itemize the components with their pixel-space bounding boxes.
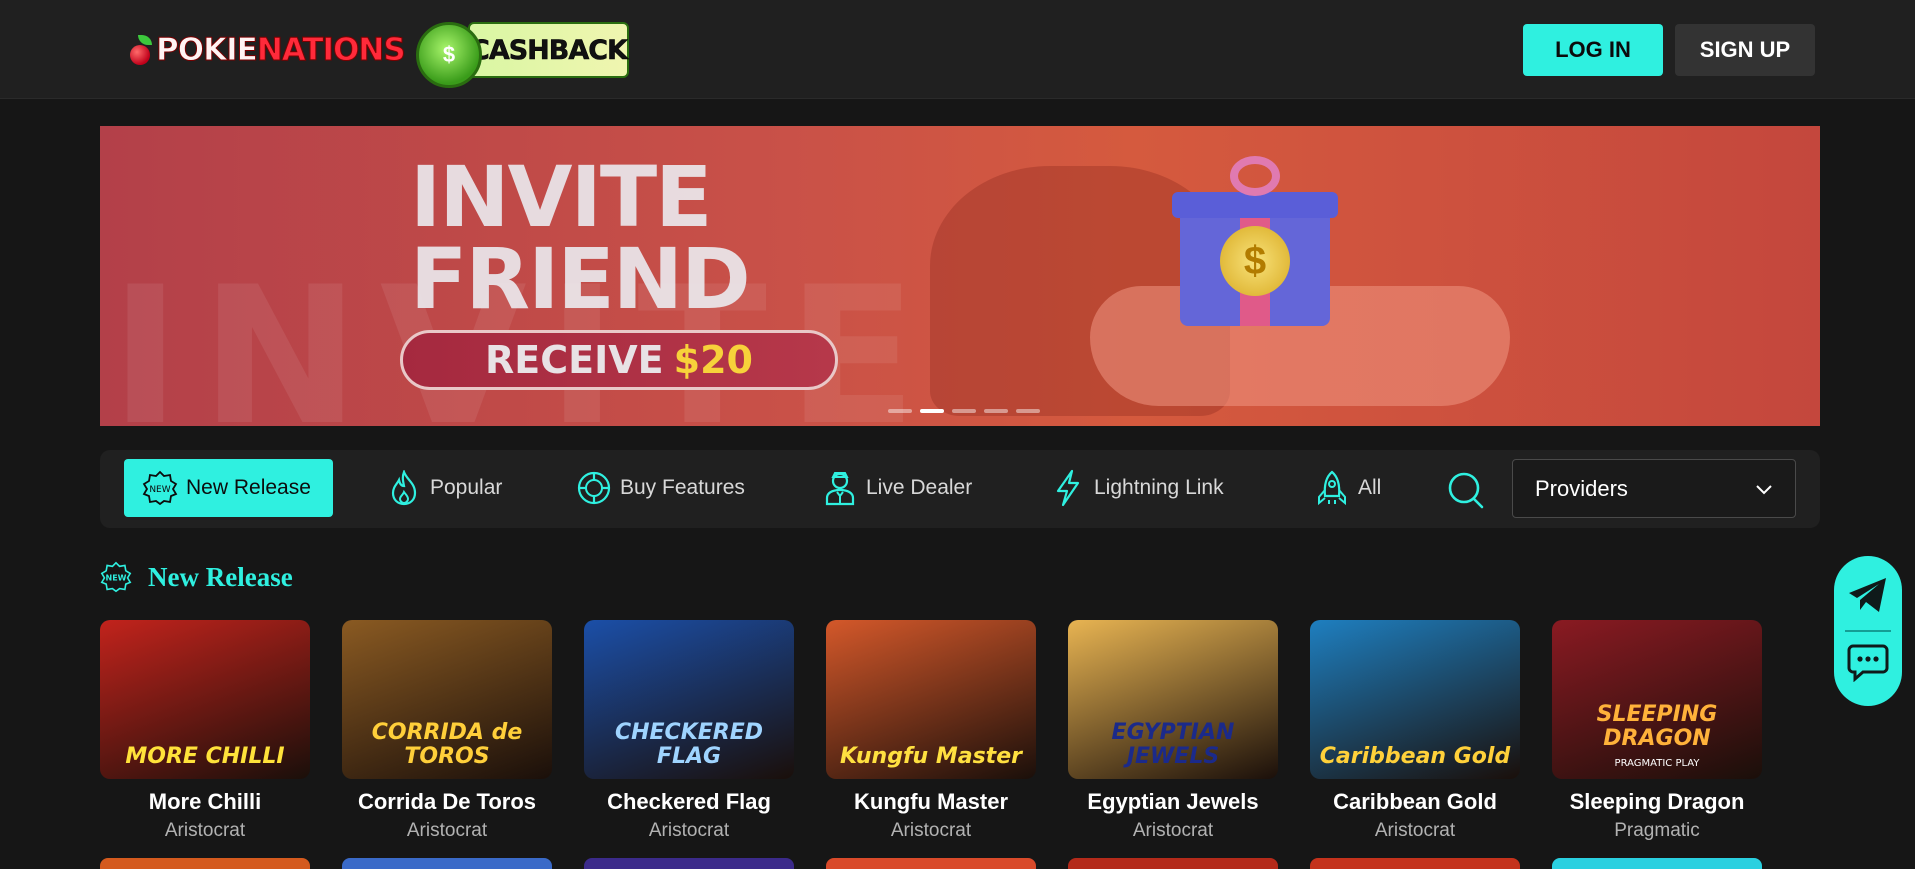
tab-new-release[interactable]: NEW New Release <box>124 459 333 517</box>
game-card[interactable]: CHECKERED FLAG Checkered Flag Aristocrat <box>584 620 794 842</box>
game-name[interactable]: Corrida De Toros <box>342 789 552 815</box>
site-logo[interactable]: POKIENATIONS <box>128 26 407 74</box>
game-name[interactable]: Kungfu Master <box>826 789 1036 815</box>
thumbnail-title: Kungfu Master <box>840 744 1022 769</box>
thumbnail-title: EGYPTIAN JEWELS <box>1111 720 1235 769</box>
game-card[interactable]: MORE CHILLI More Chilli Aristocrat <box>100 620 310 842</box>
game-thumbnail-next-row[interactable] <box>1068 858 1278 869</box>
game-thumbnail-next-row[interactable] <box>1552 858 1762 869</box>
game-name[interactable]: Checkered Flag <box>584 789 794 815</box>
cherry-icon <box>128 35 154 65</box>
new-badge-icon: NEW <box>100 561 132 593</box>
game-name[interactable]: Egyptian Jewels <box>1068 789 1278 815</box>
site-header: POKIENATIONS CASHBACK $ LOG IN SIGN UP <box>0 0 1915 99</box>
game-provider: Aristocrat <box>890 820 972 841</box>
game-thumbnail[interactable]: MORE CHILLI <box>100 620 310 779</box>
tab-buy-features[interactable]: Buy Features <box>576 459 745 517</box>
chevron-down-icon <box>1755 476 1773 502</box>
chat-icon[interactable] <box>1847 642 1889 687</box>
game-provider: Aristocrat <box>406 820 488 841</box>
game-thumbnail[interactable]: EGYPTIAN JEWELS <box>1068 620 1278 779</box>
game-card[interactable]: SLEEPING DRAGON PRAGMATIC PLAY Sleeping Dr… <box>1552 620 1762 842</box>
game-provider: Pragmatic <box>1614 820 1700 841</box>
coin-target-icon: $ <box>416 22 482 88</box>
thumbnail-title: MORE CHILLI <box>125 744 285 769</box>
game-thumbnail-next-row[interactable] <box>1310 858 1520 869</box>
section-title: New Release <box>148 561 293 592</box>
providers-dropdown[interactable]: Providers <box>1512 459 1796 518</box>
game-card[interactable]: EGYPTIAN JEWELS Egyptian Jewels Aristocrat <box>1068 620 1278 842</box>
game-card[interactable]: Kungfu Master Kungfu Master Aristocrat <box>826 620 1036 842</box>
carousel-dot[interactable] <box>888 409 912 413</box>
svg-text:NEW: NEW <box>106 574 127 583</box>
svg-text:NEW: NEW <box>149 485 170 495</box>
login-button[interactable]: LOG IN <box>1523 24 1663 76</box>
carousel-dot[interactable] <box>920 409 944 413</box>
thumbnail-title: SLEEPING DRAGON <box>1596 702 1718 751</box>
carousel-dot[interactable] <box>952 409 976 413</box>
game-thumbnail[interactable]: CHECKERED FLAG <box>584 620 794 779</box>
game-thumbnail[interactable]: Caribbean Gold <box>1310 620 1520 779</box>
banner-cta[interactable]: RECEIVE $20 <box>400 330 838 390</box>
thumbnail-title: Caribbean Gold <box>1319 744 1511 769</box>
game-thumbnail-next-row[interactable] <box>584 858 794 869</box>
game-provider: Aristocrat <box>1132 820 1214 841</box>
carousel-dot[interactable] <box>984 409 1008 413</box>
game-thumbnail-next-row[interactable] <box>100 858 310 869</box>
new-badge-icon: NEW <box>142 470 178 506</box>
tab-lightning-link[interactable]: Lightning Link <box>1050 459 1224 517</box>
tab-all[interactable]: All <box>1314 459 1381 517</box>
tab-live-dealer[interactable]: Live Dealer <box>822 459 972 517</box>
game-provider: Aristocrat <box>648 820 730 841</box>
providers-label: Providers <box>1535 475 1628 501</box>
chip-icon <box>576 470 612 506</box>
dealer-icon <box>822 470 858 506</box>
rocket-icon <box>1314 470 1350 506</box>
game-name[interactable]: Caribbean Gold <box>1310 789 1520 815</box>
game-provider: Aristocrat <box>164 820 246 841</box>
game-thumbnail[interactable]: CORRIDA de TOROS <box>342 620 552 779</box>
search-icon[interactable] <box>1446 470 1486 510</box>
game-thumbnail[interactable]: SLEEPING DRAGON PRAGMATIC PLAY <box>1552 620 1762 779</box>
game-thumbnail-next-row[interactable] <box>826 858 1036 869</box>
game-name[interactable]: Sleeping Dragon <box>1552 789 1762 815</box>
cashback-label: CASHBACK <box>468 22 629 78</box>
carousel-dots <box>888 409 1040 413</box>
logo-wordmark: POKIENATIONS <box>156 31 407 68</box>
cashback-banner[interactable]: CASHBACK $ <box>416 22 629 88</box>
gift-box-icon: $ <box>1172 156 1338 326</box>
promo-banner[interactable]: INVITE $ INVITE FRIEND RECEIVE$20 <box>100 126 1820 426</box>
game-card[interactable]: Caribbean Gold Caribbean Gold Aristocrat <box>1310 620 1520 842</box>
support-widget <box>1834 556 1902 706</box>
section-heading-new-release: NEW New Release <box>100 561 293 593</box>
telegram-icon[interactable] <box>1846 575 1890 620</box>
widget-divider <box>1845 630 1891 632</box>
thumbnail-title: CHECKERED FLAG <box>614 720 764 769</box>
game-thumbnail-next-row[interactable] <box>342 858 552 869</box>
coin-icon: $ <box>1220 226 1290 296</box>
signup-button[interactable]: SIGN UP <box>1675 24 1815 76</box>
tab-popular[interactable]: Popular <box>386 459 502 517</box>
carousel-dot[interactable] <box>1016 409 1040 413</box>
game-provider: Aristocrat <box>1374 820 1456 841</box>
provider-caption: PRAGMATIC PLAY <box>1614 758 1700 769</box>
lightning-icon <box>1050 469 1086 507</box>
game-name[interactable]: More Chilli <box>100 789 310 815</box>
game-thumbnail[interactable]: Kungfu Master <box>826 620 1036 779</box>
thumbnail-title: CORRIDA de TOROS <box>371 720 523 769</box>
banner-title: INVITE FRIEND <box>410 148 751 328</box>
flame-icon <box>386 470 422 506</box>
game-card[interactable]: CORRIDA de TOROS Corrida De Toros Aristocr… <box>342 620 552 842</box>
